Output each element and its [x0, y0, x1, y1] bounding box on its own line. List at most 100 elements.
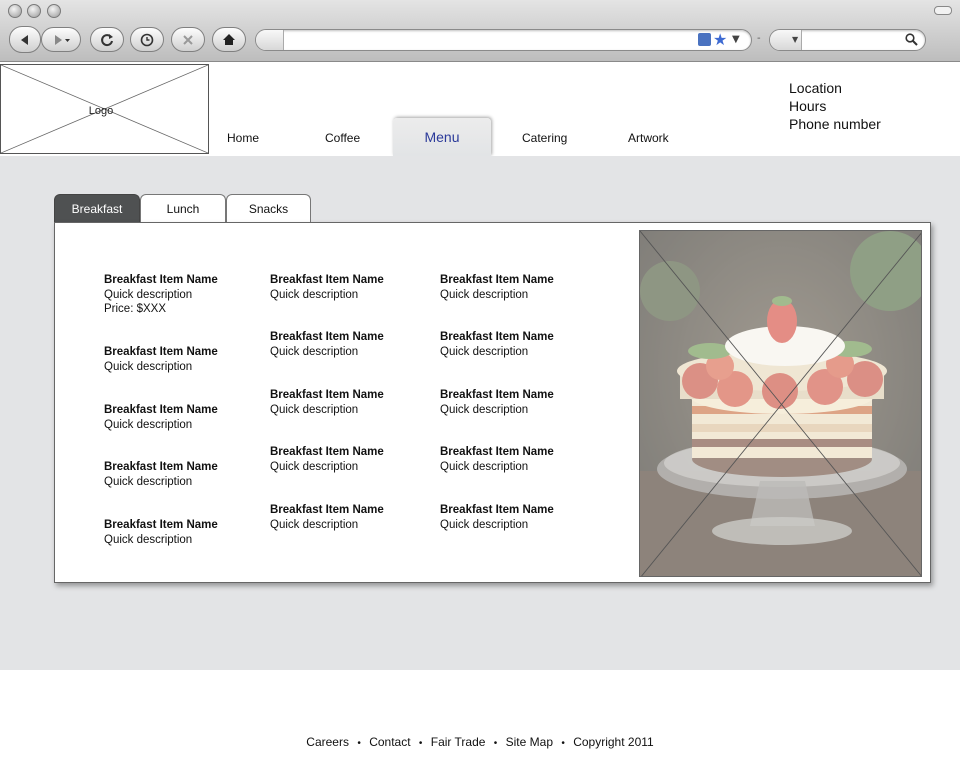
stop-button[interactable] — [171, 27, 205, 52]
menu-item-description: Quick description — [270, 403, 359, 416]
menu-item[interactable]: Breakfast Item Name Quick description — [104, 518, 218, 547]
history-button[interactable] — [130, 27, 164, 52]
menu-item-name: Breakfast Item Name — [104, 346, 218, 358]
menu-item[interactable]: Breakfast Item Name Quick description — [440, 388, 554, 417]
menu-item-name: Breakfast Item Name — [270, 504, 384, 516]
tab-lunch[interactable]: Lunch — [140, 194, 226, 222]
search-bar[interactable]: ▼ — [769, 29, 926, 51]
menu-item-description: Quick description — [104, 533, 193, 546]
hours-text: Hours — [789, 98, 827, 114]
menu-item-description: Quick description — [270, 460, 359, 473]
menu-item[interactable]: Breakfast Item Name Quick description — [270, 503, 384, 532]
tab-breakfast[interactable]: Breakfast — [54, 194, 140, 222]
menu-item-description: Quick description — [270, 288, 359, 301]
menu-item-description: Quick description — [440, 403, 529, 416]
menu-item-name: Breakfast Item Name — [270, 331, 384, 343]
contact-info: Location Hours Phone number — [789, 79, 881, 133]
menu-item[interactable]: Breakfast Item Name Quick description — [270, 330, 384, 359]
footer: Careers • Contact • Fair Trade • Site Ma… — [0, 670, 960, 761]
menu-item[interactable]: Breakfast Item Name Quick description — [440, 273, 554, 302]
back-arrow-icon — [21, 34, 28, 45]
reload-button[interactable] — [90, 27, 124, 52]
menu-item-name: Breakfast Item Name — [440, 274, 554, 286]
menu-item-description: Quick description — [104, 288, 193, 301]
nav-item-menu-label: Menu — [424, 129, 460, 145]
menu-item-name: Breakfast Item Name — [440, 389, 554, 401]
footer-links: Careers • Contact • Fair Trade • Site Ma… — [0, 735, 960, 749]
menu-item[interactable]: Breakfast Item Name Quick description — [270, 273, 384, 302]
footer-link-careers[interactable]: Careers — [306, 735, 349, 749]
menu-item-name: Breakfast Item Name — [104, 404, 218, 416]
menu-item-name: Breakfast Item Name — [104, 461, 218, 473]
footer-separator: • — [493, 738, 498, 749]
menu-item[interactable]: Breakfast Item Name Quick description Pr… — [104, 273, 218, 317]
back-button[interactable] — [9, 26, 41, 53]
menu-item-name: Breakfast Item Name — [440, 331, 554, 343]
tab-snacks[interactable]: Snacks — [226, 194, 311, 222]
footer-link-site-map[interactable]: Site Map — [506, 735, 553, 749]
clock-icon — [140, 33, 154, 46]
menu-item-description: Quick description — [440, 518, 529, 531]
footer-link-contact[interactable]: Contact — [369, 735, 410, 749]
logo-label: Logo — [88, 105, 114, 117]
reload-icon — [101, 33, 113, 46]
chevron-down-icon[interactable]: ▼ — [792, 30, 798, 50]
menu-item-description: Quick description — [104, 418, 193, 431]
menu-item[interactable]: Breakfast Item Name Quick description — [270, 388, 384, 417]
menu-item-name: Breakfast Item Name — [104, 274, 218, 286]
menu-panel: Breakfast Item Name Quick description Pr… — [54, 222, 931, 583]
rss-icon[interactable] — [698, 33, 711, 46]
menu-item-price: Price: $XXX — [104, 303, 166, 315]
menu-item[interactable]: Breakfast Item Name Quick description — [440, 445, 554, 474]
home-button[interactable] — [212, 27, 246, 52]
minimize-window-button[interactable] — [27, 4, 41, 18]
menu-item-description: Quick description — [104, 475, 193, 488]
menu-item-name: Breakfast Item Name — [270, 274, 384, 286]
site-header: Logo Home Coffee Menu Catering Artwork L… — [0, 62, 960, 156]
phone-text: Phone number — [789, 116, 881, 132]
toolbar-toggle-button[interactable] — [934, 6, 952, 15]
menu-item-name: Breakfast Item Name — [270, 446, 384, 458]
menu-item-description: Quick description — [440, 288, 529, 301]
menu-item-name: Breakfast Item Name — [440, 446, 554, 458]
menu-item[interactable]: Breakfast Item Name Quick description — [104, 460, 218, 489]
nav-item-home[interactable]: Home — [227, 131, 259, 145]
close-window-button[interactable] — [8, 4, 22, 18]
menu-item[interactable]: Breakfast Item Name Quick description — [440, 503, 554, 532]
footer-link-fair-trade[interactable]: Fair Trade — [431, 735, 486, 749]
footer-separator: • — [357, 738, 361, 749]
footer-copyright: Copyright 2011 — [573, 735, 654, 749]
logo-placeholder[interactable]: Logo — [0, 64, 209, 154]
bookmark-star-icon[interactable]: ★ — [713, 30, 727, 50]
menu-item-name: Breakfast Item Name — [104, 519, 218, 531]
address-bar[interactable]: ★ ▼ — [255, 29, 752, 51]
nav-item-artwork[interactable]: Artwork — [628, 131, 669, 145]
menu-item-description: Quick description — [440, 460, 529, 473]
menu-item[interactable]: Breakfast Item Name Quick description — [104, 345, 218, 374]
nav-item-menu[interactable]: Menu — [393, 118, 491, 156]
menu-item[interactable]: Breakfast Item Name Quick description — [270, 445, 384, 474]
menu-item-description: Quick description — [104, 360, 193, 373]
footer-separator: • — [418, 738, 423, 749]
menu-item-description: Quick description — [440, 345, 529, 358]
menu-item-description: Quick description — [270, 345, 359, 358]
menu-item[interactable]: Breakfast Item Name Quick description — [440, 330, 554, 359]
search-icon[interactable] — [905, 33, 918, 46]
zoom-window-button[interactable] — [47, 4, 61, 18]
menu-item-name: Breakfast Item Name — [440, 504, 554, 516]
nav-item-coffee[interactable]: Coffee — [325, 131, 360, 145]
chevron-down-icon[interactable]: ▼ — [732, 30, 740, 50]
close-icon — [183, 34, 193, 45]
menu-item[interactable]: Breakfast Item Name Quick description — [104, 403, 218, 432]
food-photo — [639, 230, 922, 577]
menu-item-name: Breakfast Item Name — [270, 389, 384, 401]
home-icon — [223, 34, 235, 45]
toolbar-separator: - — [757, 33, 761, 44]
menu-item-description: Quick description — [270, 518, 359, 531]
nav-item-catering[interactable]: Catering — [522, 131, 567, 145]
footer-separator: • — [561, 738, 565, 749]
site-identity-button[interactable] — [256, 30, 284, 50]
content-area: Breakfast Lunch Snacks Breakfast Item Na… — [0, 156, 960, 670]
forward-button[interactable] — [41, 27, 81, 52]
cake-photo-image — [640, 231, 921, 576]
